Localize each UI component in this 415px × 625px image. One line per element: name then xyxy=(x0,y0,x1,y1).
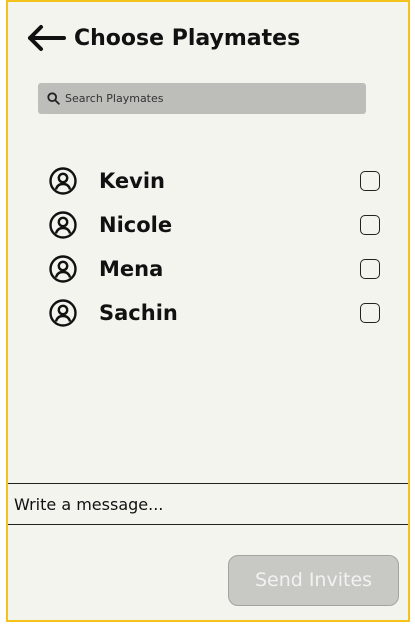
app-screen: Choose Playmates Kevin Nicole M xyxy=(6,0,410,622)
select-checkbox[interactable] xyxy=(360,215,380,235)
search-input[interactable] xyxy=(65,92,345,105)
send-invites-button[interactable]: Send Invites xyxy=(228,555,399,606)
message-bar xyxy=(8,483,408,525)
select-checkbox[interactable] xyxy=(360,303,380,323)
playmate-name: Kevin xyxy=(99,169,165,193)
message-input[interactable] xyxy=(14,494,394,514)
list-item: Nicole xyxy=(46,203,398,247)
list-item: Mena xyxy=(46,247,398,291)
left-arrow-icon xyxy=(28,25,66,51)
user-avatar-icon xyxy=(46,208,80,242)
search-icon xyxy=(47,92,60,105)
search-bar[interactable] xyxy=(38,83,366,114)
header: Choose Playmates xyxy=(26,18,300,58)
list-item: Sachin xyxy=(46,291,398,335)
list-item: Kevin xyxy=(46,159,398,203)
select-checkbox[interactable] xyxy=(360,171,380,191)
page-title: Choose Playmates xyxy=(74,25,301,51)
user-avatar-icon xyxy=(46,164,80,198)
playmate-name: Sachin xyxy=(99,301,178,325)
select-checkbox[interactable] xyxy=(360,259,380,279)
playmate-name: Nicole xyxy=(99,213,173,237)
user-avatar-icon xyxy=(46,252,80,286)
playmate-list: Kevin Nicole Mena Sachin xyxy=(46,159,398,335)
user-avatar-icon xyxy=(46,296,80,330)
back-button[interactable] xyxy=(26,20,70,56)
playmate-name: Mena xyxy=(99,257,164,281)
